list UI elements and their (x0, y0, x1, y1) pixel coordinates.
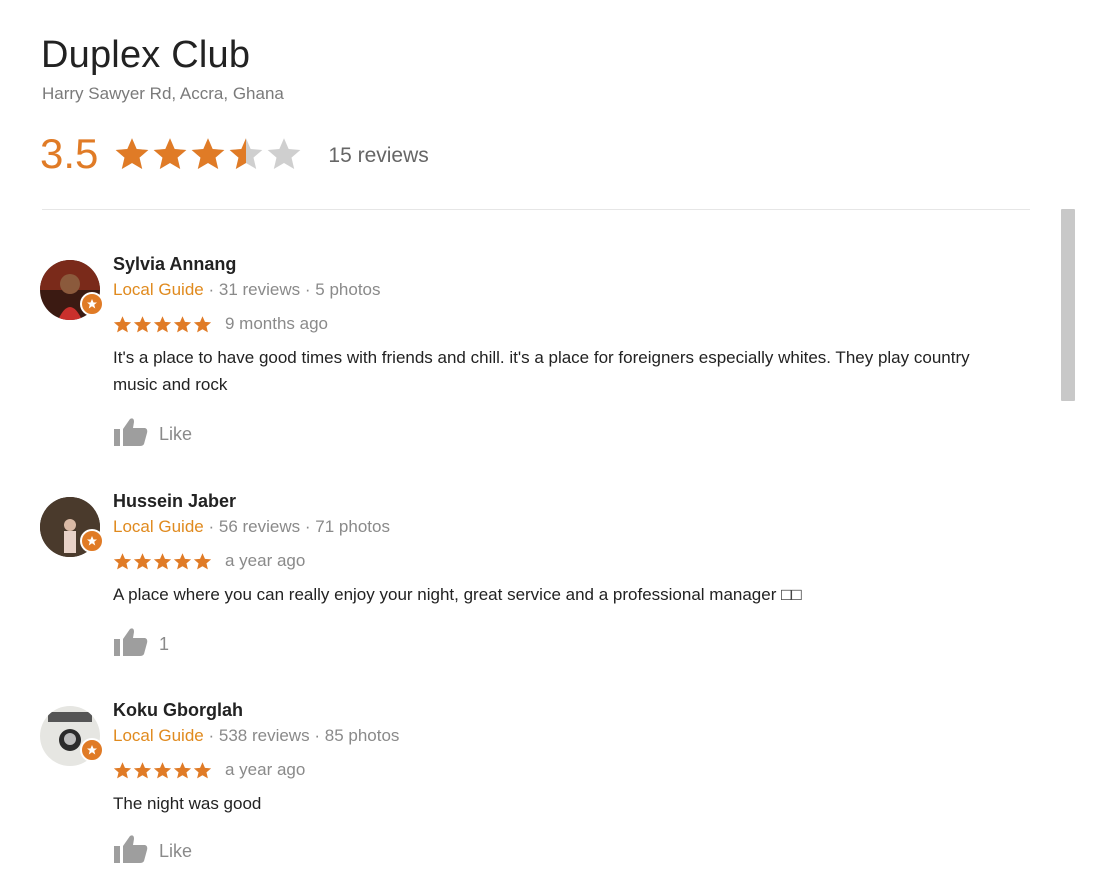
star-icon (114, 136, 152, 172)
meta-separator: · (208, 280, 215, 299)
like-button[interactable]: Like (113, 834, 192, 869)
star-icon (153, 315, 172, 332)
reviewer-name[interactable]: Koku Gborglah (113, 700, 243, 721)
star-icon (173, 761, 192, 778)
meta-separator: · (208, 517, 215, 536)
star-icon (152, 136, 190, 172)
star-icon (113, 552, 132, 569)
star-icon (193, 761, 212, 778)
place-address: Harry Sawyer Rd, Accra, Ghana (42, 84, 284, 103)
star-icon (193, 315, 212, 332)
reviewer-photo-count: 71 photos (315, 517, 390, 536)
local-guide-label: Local Guide (113, 280, 204, 299)
like-button[interactable]: Like (113, 417, 192, 452)
place-title: Duplex Club (41, 34, 251, 76)
review-rating-row: a year ago (113, 760, 305, 780)
local-guide-label: Local Guide (113, 726, 204, 745)
review-rating-row: 9 months ago (113, 314, 328, 334)
star-icon (133, 761, 152, 778)
review-stars (113, 761, 213, 780)
rating-stars (114, 136, 304, 172)
meta-separator: · (208, 726, 215, 745)
review-text: The night was good (113, 794, 262, 813)
star-icon (153, 552, 172, 569)
place-reviews-panel: Duplex Club Harry Sawyer Rd, Accra, Ghan… (0, 0, 1120, 893)
review-time: 9 months ago (225, 314, 329, 333)
reviewer-review-count: 538 reviews (218, 726, 310, 745)
meta-separator: · (304, 280, 311, 299)
rating-value: 3.5 (40, 130, 99, 177)
review-text: A place where you can really enjoy your … (113, 585, 802, 604)
divider (42, 209, 1030, 210)
reviewer-review-count: 31 reviews (218, 280, 301, 299)
review-stars (113, 552, 213, 571)
star-icon (266, 136, 304, 172)
reviewer-photo-count: 85 photos (324, 726, 400, 745)
review-stars (113, 315, 213, 334)
thumbs-up-icon (113, 834, 159, 869)
like-button[interactable]: 1 (113, 627, 169, 662)
local-guide-badge-icon (80, 738, 104, 762)
reviewer-meta: Local Guide · 538 reviews · 85 photos (113, 726, 399, 746)
reviewer-review-count: 56 reviews (218, 517, 301, 536)
star-icon (173, 552, 192, 569)
review-time: a year ago (225, 551, 306, 570)
local-guide-label: Local Guide (113, 517, 204, 536)
reviewer-meta: Local Guide · 31 reviews · 5 photos (113, 280, 381, 300)
meta-separator: · (304, 517, 311, 536)
local-guide-badge-icon (80, 529, 104, 553)
star-icon (173, 315, 192, 332)
star-icon (113, 761, 132, 778)
star-icon (133, 315, 152, 332)
thumbs-up-icon (113, 627, 159, 662)
local-guide-badge-icon (80, 292, 104, 316)
star-icon (190, 136, 228, 172)
thumbs-up-icon (113, 417, 159, 452)
meta-separator: · (314, 726, 320, 745)
review-text: It's a place to have good times with fri… (113, 348, 970, 394)
star-icon (153, 761, 172, 778)
rating-summary: 3.5 15 reviews (40, 128, 429, 180)
like-label: Like (159, 841, 193, 861)
like-label: Like (159, 424, 193, 444)
reviewer-name[interactable]: Hussein Jaber (113, 491, 236, 512)
star-icon (228, 136, 266, 172)
like-count: 1 (159, 634, 170, 654)
scrollbar-thumb[interactable] (1061, 209, 1075, 401)
reviewer-meta: Local Guide · 56 reviews · 71 photos (113, 517, 390, 537)
review-rating-row: a year ago (113, 551, 305, 571)
review-count-link[interactable]: 15 reviews (328, 144, 428, 168)
reviewer-photo-count: 5 photos (315, 280, 381, 299)
reviewer-name[interactable]: Sylvia Annang (113, 254, 236, 275)
star-icon (113, 315, 132, 332)
review-time: a year ago (225, 760, 306, 779)
star-icon (133, 552, 152, 569)
star-icon (193, 552, 212, 569)
